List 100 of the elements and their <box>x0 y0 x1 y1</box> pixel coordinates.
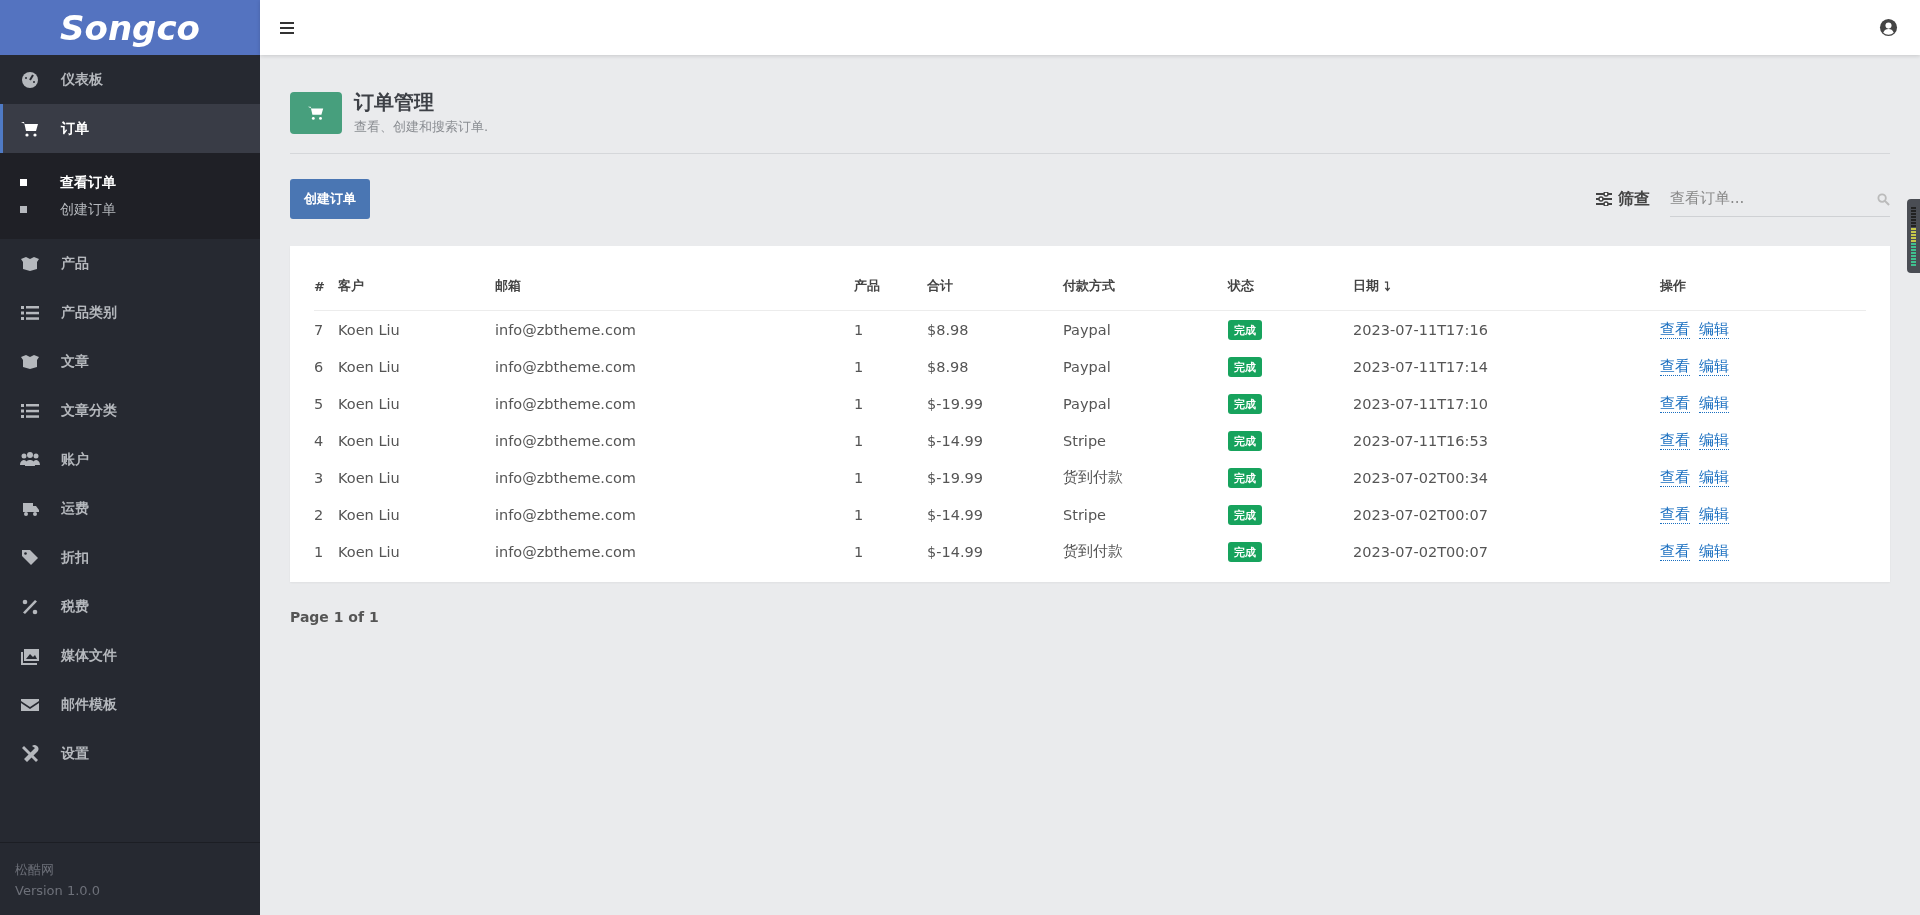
table-cell-text: Paypal <box>1063 358 1112 375</box>
column-header: 付款方式 <box>1063 277 1116 295</box>
sidebar-item[interactable]: 仪表板 <box>0 55 260 104</box>
table-cell-text: info@zbtheme.com <box>495 432 637 449</box>
table-cell-text: Stripe <box>1063 506 1107 523</box>
column-header: 产品 <box>854 277 881 295</box>
table-cell-text: 1 <box>854 469 865 486</box>
column-header: # <box>314 278 326 294</box>
table-cell-text: Koen Liu <box>338 321 401 338</box>
filter-button[interactable]: 筛查 <box>1596 188 1650 210</box>
column-header: 操作 <box>1660 277 1687 295</box>
table-cell-text: info@zbtheme.com <box>495 469 637 486</box>
table-cell-text: info@zbtheme.com <box>495 321 637 338</box>
sidebar-item[interactable]: 邮件模板 <box>0 680 260 729</box>
column-header: 合计 <box>927 277 954 295</box>
sidebar-item[interactable]: 媒体文件 <box>0 631 260 680</box>
action-link[interactable]: 编辑 <box>1699 505 1729 524</box>
pagination-label: Page 1 of 1 <box>290 609 380 625</box>
table-cell-text: 1 <box>854 358 865 375</box>
action-link[interactable]: 编辑 <box>1699 357 1729 376</box>
table-cell-text: Koen Liu <box>338 469 401 486</box>
user-avatar-icon[interactable] <box>1879 18 1898 37</box>
table-cell-text: $8.98 <box>927 358 970 375</box>
action-link[interactable]: 编辑 <box>1699 542 1729 561</box>
table-cell-text: 1 <box>854 321 865 338</box>
table-cell-text: info@zbtheme.com <box>495 543 637 560</box>
table-cell-text: 3 <box>314 469 325 486</box>
bullet-icon <box>20 206 27 213</box>
search-field[interactable]: 查看订单... <box>1670 181 1890 217</box>
page-title: 订单管理 <box>354 89 435 116</box>
table-cell-text: Stripe <box>1063 432 1107 449</box>
table-cell-text: 2023-07-11T17:16 <box>1353 321 1489 338</box>
status-badge: 完成 <box>1228 542 1262 562</box>
status-badge: 完成 <box>1228 320 1262 340</box>
brand-logo[interactable]: Songco <box>0 0 260 55</box>
sidebar-item[interactable]: 账户 <box>0 435 260 484</box>
table-cell-text: 1 <box>854 432 865 449</box>
table-cell-text: 2023-07-11T16:53 <box>1353 432 1489 449</box>
action-link[interactable]: 编辑 <box>1699 394 1729 413</box>
sidebar-item[interactable]: 税费 <box>0 582 260 631</box>
table-cell-text: $-14.99 <box>927 432 984 449</box>
cart-icon <box>290 91 342 134</box>
sidebar-item[interactable]: 订单 <box>0 104 260 153</box>
table-cell-text: 2023-07-02T00:34 <box>1353 469 1489 486</box>
status-badge: 完成 <box>1228 394 1262 414</box>
action-link[interactable]: 查看 <box>1660 320 1690 339</box>
action-link[interactable]: 查看 <box>1660 542 1690 561</box>
submenu-item[interactable]: 创建订单 <box>0 196 260 223</box>
table-cell-text: 货到付款 <box>1063 542 1124 561</box>
table-cell-text: $-19.99 <box>927 395 984 412</box>
sidebar-item[interactable]: 设置 <box>0 729 260 778</box>
menu-icon[interactable] <box>280 21 294 34</box>
action-link[interactable]: 编辑 <box>1699 468 1729 487</box>
status-badge: 完成 <box>1228 431 1262 451</box>
column-header: 客户 <box>338 277 365 295</box>
table-cell-text: Paypal <box>1063 321 1112 338</box>
tag-icon <box>20 547 40 568</box>
action-link[interactable]: 查看 <box>1660 505 1690 524</box>
create-order-button[interactable]: 创建订单 <box>290 179 370 219</box>
sidebar-item[interactable]: 折扣 <box>0 533 260 582</box>
table-cell-text: 2023-07-02T00:07 <box>1353 543 1489 560</box>
table-cell-text: 4 <box>314 432 325 449</box>
site-name: 松酷网 <box>15 861 55 879</box>
version-label: Version 1.0.0 <box>15 882 101 900</box>
action-link[interactable]: 查看 <box>1660 431 1690 450</box>
status-badge: 完成 <box>1228 505 1262 525</box>
table-cell-text: Koen Liu <box>338 543 401 560</box>
table-cell-text: $-19.99 <box>927 469 984 486</box>
table-cell-text: info@zbtheme.com <box>495 506 637 523</box>
table-cell-text: 货到付款 <box>1063 468 1124 487</box>
action-link[interactable]: 查看 <box>1660 468 1690 487</box>
sidebar-item[interactable]: 运费 <box>0 484 260 533</box>
table-cell-text: 1 <box>854 543 865 560</box>
table-cell-text: 2023-07-02T00:07 <box>1353 506 1489 523</box>
column-header: 日期 <box>1353 277 1660 295</box>
action-link[interactable]: 查看 <box>1660 357 1690 376</box>
action-link[interactable]: 查看 <box>1660 394 1690 413</box>
page-subtitle: 查看、创建和搜索订单. <box>354 118 489 136</box>
status-badge: 完成 <box>1228 468 1262 488</box>
table-cell-text: Koen Liu <box>338 358 401 375</box>
table-cell-text: 5 <box>314 395 325 412</box>
table-cell-text: Koen Liu <box>338 432 401 449</box>
table-cell-text: 2023-07-11T17:14 <box>1353 358 1489 375</box>
table-cell-text: $-14.99 <box>927 506 984 523</box>
bullet-icon <box>20 179 27 186</box>
tools-icon <box>20 743 40 764</box>
table-cell-text: $-14.99 <box>927 543 984 560</box>
action-link[interactable]: 编辑 <box>1699 431 1729 450</box>
table-cell-text: 1 <box>854 395 865 412</box>
search-icon <box>1877 193 1890 206</box>
sidebar-item[interactable]: 文章 <box>0 337 260 386</box>
sidebar-item[interactable]: 产品类别 <box>0 288 260 337</box>
status-badge: 完成 <box>1228 357 1262 377</box>
sidebar-item[interactable]: 产品 <box>0 239 260 288</box>
action-link[interactable]: 编辑 <box>1699 320 1729 339</box>
gauge-icon <box>20 69 40 90</box>
sort-arrow-icon[interactable] <box>1384 280 1391 292</box>
sidebar-item[interactable]: 文章分类 <box>0 386 260 435</box>
submenu-item[interactable]: 查看订单 <box>0 169 260 196</box>
table-cell-text: 6 <box>314 358 325 375</box>
